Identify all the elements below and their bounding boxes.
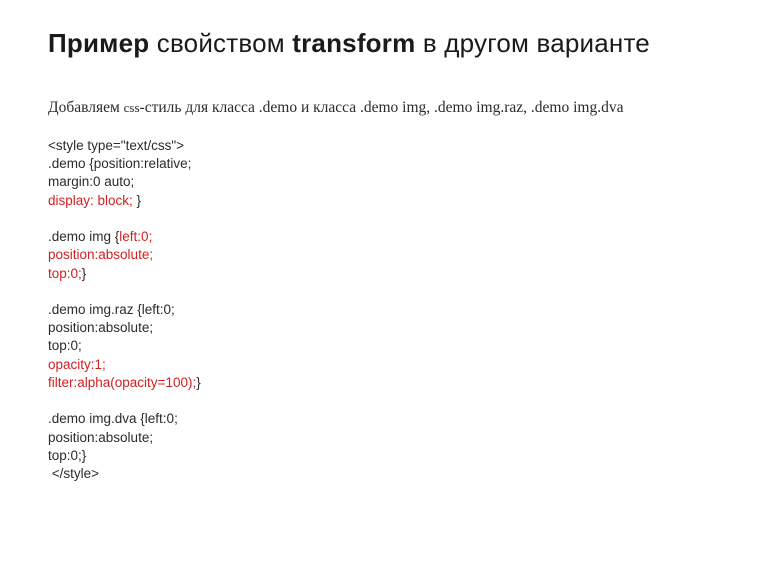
title-part3: transform [292, 28, 415, 58]
code-l07b: } [82, 266, 87, 281]
code-l05b-red: left:0; [119, 229, 152, 244]
code-l16: </style> [48, 466, 99, 481]
title-part4: в другом варианте [415, 28, 650, 58]
intro-t1: Добавляем [48, 99, 124, 116]
title-part2: свойством [149, 28, 292, 58]
intro-text: Добавляем css-стиль для класса .demo и к… [48, 99, 720, 117]
code-l10: top:0; [48, 338, 82, 353]
code-l07-red: top:0; [48, 266, 82, 281]
code-l15: top:0;} [48, 448, 86, 463]
code-l08: .demo img.raz {left:0; [48, 302, 175, 317]
code-l12-red: filter:alpha(opacity=100); [48, 375, 196, 390]
code-l02: .demo {position:relative; [48, 156, 191, 171]
code-l14: position:absolute; [48, 430, 153, 445]
intro-t2: css [124, 100, 140, 115]
code-l13: .demo img.dva {left:0; [48, 411, 178, 426]
code-l09: position:absolute; [48, 320, 153, 335]
page-title: Пример свойством transform в другом вари… [48, 28, 720, 59]
code-l05a: .demo img { [48, 229, 119, 244]
code-l04b: } [133, 193, 141, 208]
code-l11-red: opacity:1; [48, 357, 106, 372]
intro-t3: -стиль для класса .demo и класса .demo i… [140, 99, 624, 116]
slide: Пример свойством transform в другом вари… [0, 0, 768, 483]
code-l04-red: display: block; [48, 193, 133, 208]
code-l12b: } [196, 375, 201, 390]
code-block: <style type="text/css"> .demo {position:… [48, 137, 720, 483]
code-l03: margin:0 auto; [48, 174, 134, 189]
code-l06-red: position:absolute; [48, 247, 153, 262]
code-l01: <style type="text/css"> [48, 138, 184, 153]
title-part1: Пример [48, 28, 149, 58]
